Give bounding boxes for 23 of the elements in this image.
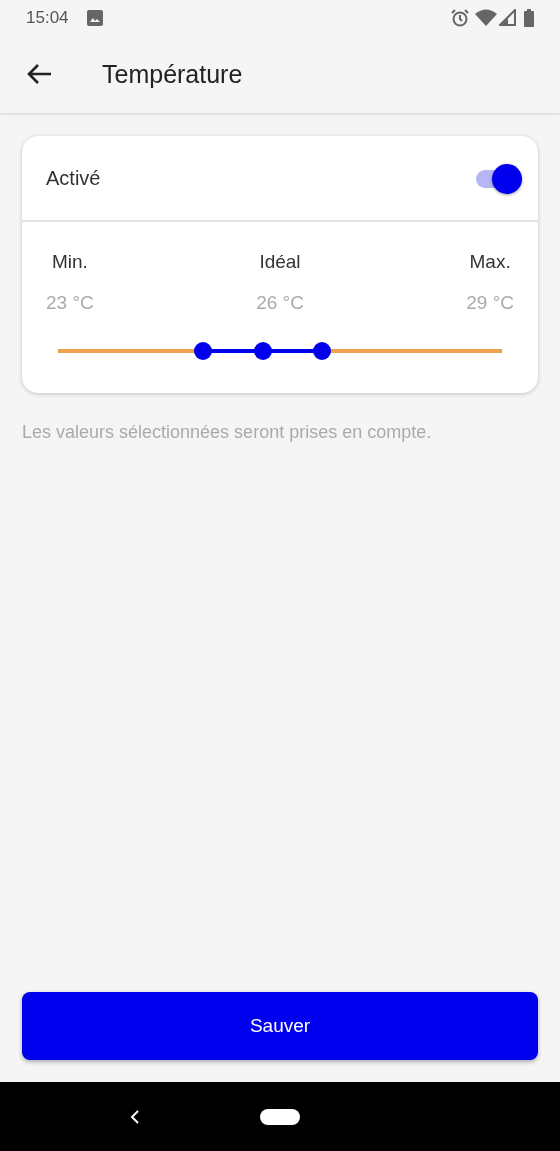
signal-icon [499,9,516,26]
home-pill-icon[interactable] [260,1108,300,1125]
screen-title: Température [102,59,243,89]
alarm-icon [451,8,469,27]
range-label: Max. [469,250,511,274]
slider-thumb[interactable] [313,342,332,360]
range-value: 26 °C [256,290,304,315]
status-time: 15:04 [26,6,69,29]
toggle-label: Activé [46,166,101,191]
caption-text: Les valeurs sélectionnées seront prises en compte. [22,421,433,444]
wifi-icon [475,9,497,26]
toggle-switch[interactable] [474,164,522,192]
image-icon [86,9,103,26]
save-button[interactable]: Sauver [22,992,538,1060]
range-value: 29 °C [466,290,514,315]
battery-icon [524,8,534,27]
back-arrow-icon[interactable] [26,63,52,85]
range-value: 23 °C [46,290,94,315]
slider-thumb[interactable] [193,342,212,360]
slider-thumb[interactable] [253,342,272,360]
range-label: Min. [51,250,88,274]
range-label: Idéal [259,250,301,274]
back-icon[interactable] [130,1108,140,1125]
